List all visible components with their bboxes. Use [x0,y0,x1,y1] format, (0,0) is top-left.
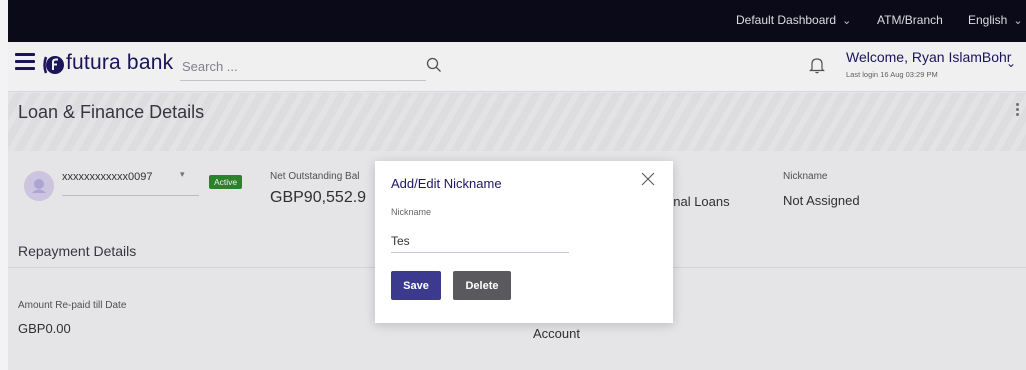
nickname-dialog: Add/Edit Nickname Nickname Save Delete [375,161,673,323]
app-page: Default Dashboard ⌄ ATM/Branch English ⌄ f… [8,0,1026,370]
nickname-input[interactable] [391,229,569,253]
dialog-title: Add/Edit Nickname [391,176,502,191]
nickname-field-label: Nickname [391,207,432,217]
close-icon[interactable] [640,171,656,187]
save-button[interactable]: Save [391,271,441,300]
delete-button[interactable]: Delete [453,271,511,300]
